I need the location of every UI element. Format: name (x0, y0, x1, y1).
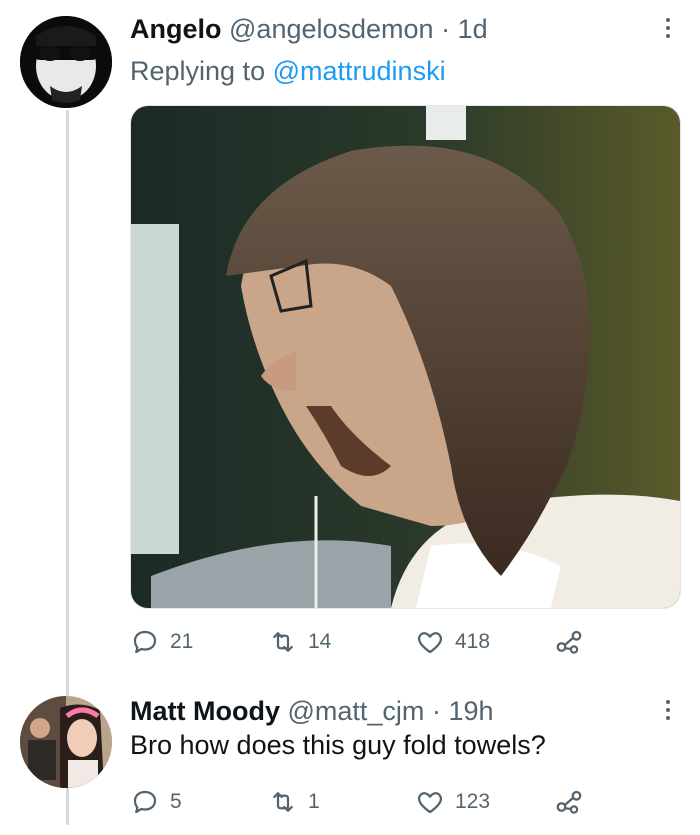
avatar-image (20, 16, 112, 108)
separator-dot: · (441, 14, 451, 44)
reply-retweet-button[interactable]: 1 (268, 782, 320, 822)
reply-like-count: 123 (455, 790, 491, 813)
retweet-icon (273, 792, 293, 812)
tweet-actions: 21 14 418 (130, 622, 600, 662)
retweet-button[interactable]: 14 (268, 622, 331, 662)
share-button[interactable] (554, 622, 584, 662)
reply-count: 21 (170, 630, 194, 653)
reply-like-button[interactable]: 123 (415, 782, 490, 822)
share-icon (556, 790, 582, 814)
share-icon (556, 630, 582, 654)
author-handle[interactable]: @angelosdemon (229, 14, 434, 44)
reply-button[interactable]: 21 (130, 622, 193, 662)
author-name[interactable]: Angelo (130, 14, 222, 44)
like-icon (417, 632, 443, 654)
reply-icon (133, 630, 157, 654)
like-count: 418 (455, 630, 491, 653)
reply-header: Matt Moody @matt_cjm · 19h (130, 696, 494, 727)
more-icon[interactable] (664, 18, 672, 42)
reply-avatar[interactable] (20, 696, 112, 788)
reply-reply-count: 5 (170, 790, 182, 813)
timestamp[interactable]: 1d (458, 14, 488, 44)
retweet-icon (273, 632, 293, 652)
reply-author-handle[interactable]: @matt_cjm (288, 696, 425, 726)
retweet-count: 14 (308, 630, 332, 653)
replying-to-mention[interactable]: @mattrudinski (273, 56, 446, 86)
reply-timestamp[interactable]: 19h (448, 696, 493, 726)
reply-retweet-count: 1 (308, 790, 320, 813)
reply-icon (133, 790, 157, 814)
reply-text: Bro how does this guy fold towels? (130, 730, 546, 760)
reply-avatar-image (20, 696, 112, 788)
tweet-header: Angelo @angelosdemon · 1d (130, 14, 488, 45)
like-button[interactable]: 418 (415, 622, 490, 662)
reply-reply-button[interactable]: 5 (130, 782, 182, 822)
reply-separator-dot: · (431, 696, 441, 726)
replying-to-prefix: Replying to (130, 56, 266, 86)
reply-actions: 5 1 123 (130, 782, 600, 822)
replying-to: Replying to @mattrudinski (130, 56, 446, 87)
reply-more-icon[interactable] (664, 700, 672, 724)
reply-author-name[interactable]: Matt Moody (130, 696, 280, 726)
reply-share-button[interactable] (554, 782, 584, 822)
photo-image (131, 106, 680, 608)
like-icon (417, 792, 443, 814)
avatar[interactable] (20, 16, 112, 108)
tweet-media-photo[interactable] (130, 105, 681, 609)
